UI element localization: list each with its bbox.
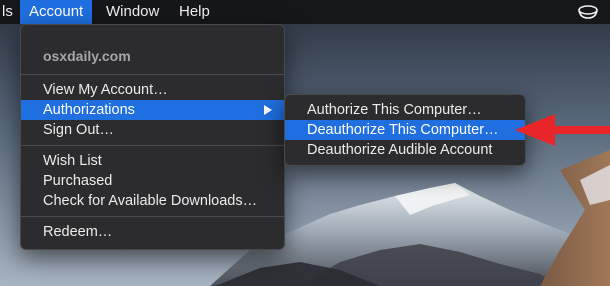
account-menu: osxdaily.com View My Account… Authorizat… [20,24,285,250]
submenu-arrow-icon [264,105,272,115]
menu-separator [21,74,284,75]
cup-icon[interactable] [574,2,602,22]
menu-item-wish-list[interactable]: Wish List [21,151,284,171]
account-email-header: osxdaily.com [43,48,131,64]
authorizations-submenu: Authorize This Computer… Deauthorize Thi… [284,94,526,166]
menubar-item-window[interactable]: Window [97,0,168,24]
menu-separator [21,145,284,146]
menu-item-sign-out[interactable]: Sign Out… [21,120,284,140]
menu-item-authorize-computer[interactable]: Authorize This Computer… [285,100,525,120]
menu-bar: ls Account Window Help [0,0,610,24]
menu-item-purchased[interactable]: Purchased [21,171,284,191]
menubar-item-help[interactable]: Help [170,0,219,24]
menu-item-deauthorize-audible[interactable]: Deauthorize Audible Account [285,140,525,160]
menu-item-authorizations-label: Authorizations [43,102,135,118]
menu-item-authorizations[interactable]: Authorizations [21,100,284,120]
menu-separator [21,216,284,217]
menu-item-redeem[interactable]: Redeem… [21,222,284,242]
menu-item-check-downloads[interactable]: Check for Available Downloads… [21,191,284,211]
menu-item-deauthorize-computer[interactable]: Deauthorize This Computer… [285,120,525,140]
menubar-item-ls[interactable]: ls [0,0,22,24]
menu-item-view-my-account[interactable]: View My Account… [21,80,284,100]
menubar-item-account[interactable]: Account [20,0,93,24]
red-arrow-icon [515,114,610,146]
